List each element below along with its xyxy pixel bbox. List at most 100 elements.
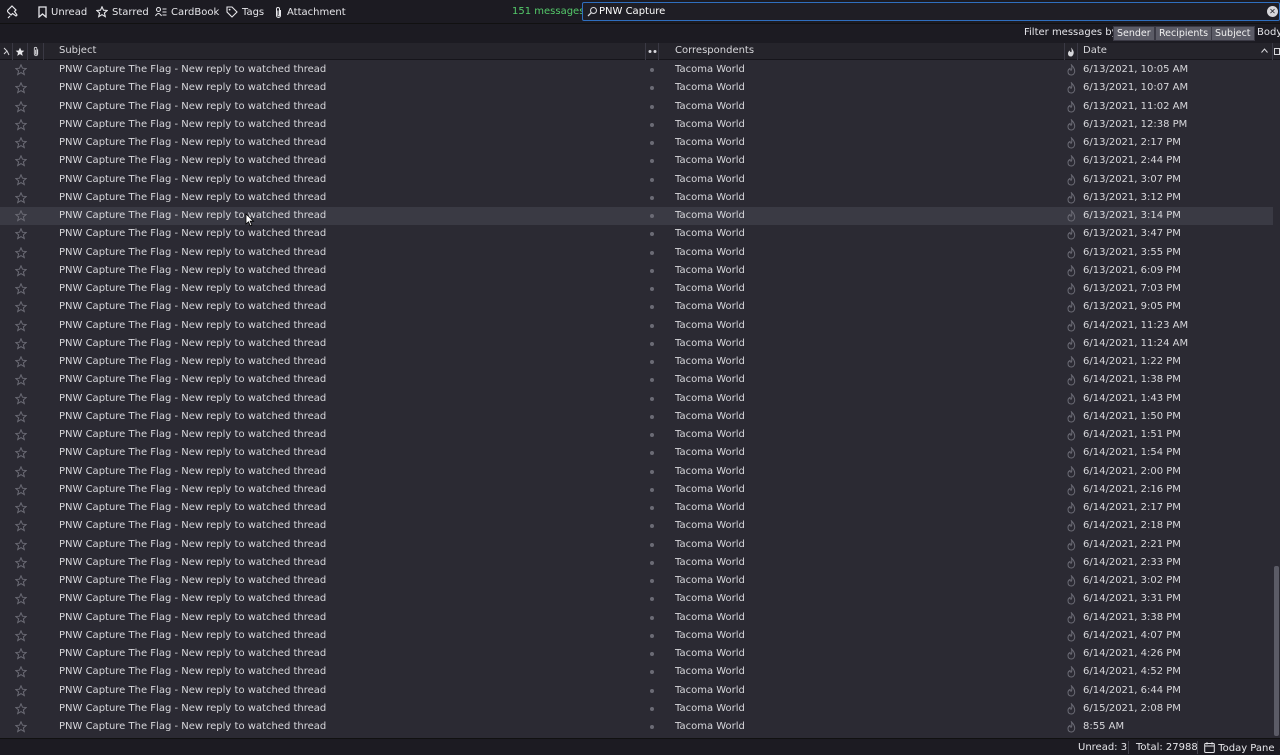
filter-body-button[interactable]: Body ⌄ (1257, 27, 1280, 38)
attachment-column-header[interactable] (28, 43, 44, 60)
star-toggle-icon[interactable] (14, 592, 28, 605)
read-status-dot[interactable] (650, 706, 654, 711)
message-row[interactable]: PNW Capture The Flag - New reply to watc… (0, 317, 1273, 335)
message-row[interactable]: PNW Capture The Flag - New reply to watc… (0, 353, 1273, 371)
read-status-dot[interactable] (650, 524, 654, 529)
message-row[interactable]: PNW Capture The Flag - New reply to watc… (0, 335, 1273, 353)
message-row[interactable]: PNW Capture The Flag - New reply to watc… (0, 663, 1273, 681)
message-row[interactable]: PNW Capture The Flag - New reply to watc… (0, 171, 1273, 189)
star-toggle-icon[interactable] (14, 264, 28, 277)
message-row[interactable]: PNW Capture The Flag - New reply to watc… (0, 627, 1273, 645)
junk-status-icon[interactable] (1066, 483, 1077, 496)
message-row[interactable]: PNW Capture The Flag - New reply to watc… (0, 590, 1273, 608)
message-row[interactable]: PNW Capture The Flag - New reply to watc… (0, 700, 1273, 718)
quick-filter-search[interactable]: ✕ (582, 2, 1280, 21)
read-status-dot[interactable] (650, 268, 654, 273)
junk-status-icon[interactable] (1066, 501, 1077, 514)
filter-recipients-button[interactable]: Recipients (1155, 26, 1213, 41)
read-status-dot[interactable] (650, 305, 654, 310)
read-status-dot[interactable] (650, 232, 654, 237)
star-toggle-icon[interactable] (14, 154, 28, 167)
star-toggle-icon[interactable] (14, 136, 28, 149)
message-row[interactable]: PNW Capture The Flag - New reply to watc… (0, 572, 1273, 590)
star-toggle-icon[interactable] (14, 337, 28, 350)
message-row[interactable]: PNW Capture The Flag - New reply to watc… (0, 426, 1273, 444)
read-status-dot[interactable] (650, 487, 654, 492)
star-toggle-icon[interactable] (14, 647, 28, 660)
read-status-dot[interactable] (650, 86, 654, 91)
junk-status-icon[interactable] (1066, 245, 1077, 259)
junk-status-icon[interactable] (1066, 227, 1077, 240)
read-status-dot[interactable] (650, 579, 654, 583)
read-status-dot[interactable] (650, 597, 654, 602)
message-row[interactable]: PNW Capture The Flag - New reply to watc… (0, 116, 1273, 134)
read-status-dot[interactable] (650, 670, 654, 675)
junk-status-icon[interactable] (1066, 81, 1077, 94)
star-toggle-icon[interactable] (14, 446, 28, 459)
junk-status-icon[interactable] (1066, 154, 1077, 167)
star-toggle-icon[interactable] (14, 191, 28, 204)
read-status-dot[interactable] (650, 652, 654, 656)
junk-status-icon[interactable] (1066, 537, 1077, 551)
message-row[interactable]: PNW Capture The Flag - New reply to watc… (0, 189, 1273, 207)
junk-status-icon[interactable] (1066, 318, 1077, 332)
message-row[interactable]: PNW Capture The Flag - New reply to watc… (0, 609, 1273, 627)
star-toggle-icon[interactable] (14, 665, 28, 678)
starred-filter-button[interactable]: Starred (96, 4, 149, 20)
pin-icon[interactable] (6, 5, 21, 19)
star-toggle-icon[interactable] (14, 63, 28, 76)
subject-column-header[interactable]: Subject (54, 43, 646, 60)
star-toggle-icon[interactable] (14, 574, 28, 587)
junk-status-icon[interactable] (1066, 610, 1077, 624)
star-toggle-icon[interactable] (14, 118, 28, 131)
read-status-dot[interactable] (650, 725, 654, 729)
star-toggle-icon[interactable] (14, 629, 28, 642)
attachment-filter-button[interactable]: Attachment (274, 4, 346, 20)
message-row[interactable]: PNW Capture The Flag - New reply to watc… (0, 408, 1273, 426)
junk-status-icon[interactable] (1066, 410, 1077, 423)
message-list-scrollbar[interactable] (1273, 60, 1280, 738)
junk-status-icon[interactable] (1066, 446, 1077, 459)
message-row[interactable]: PNW Capture The Flag - New reply to watc… (0, 225, 1273, 243)
star-toggle-icon[interactable] (14, 282, 28, 295)
read-status-dot[interactable] (650, 341, 654, 346)
star-toggle-icon[interactable] (14, 246, 28, 259)
read-status-dot[interactable] (650, 414, 654, 419)
read-status-dot[interactable] (650, 104, 654, 109)
read-status-dot[interactable] (650, 378, 654, 383)
thread-column-header[interactable] (0, 43, 13, 60)
unread-filter-button[interactable]: Unread (38, 4, 87, 20)
junk-status-icon[interactable] (1066, 647, 1077, 660)
scrollbar-thumb[interactable] (1274, 566, 1279, 736)
message-row[interactable]: PNW Capture The Flag - New reply to watc… (0, 79, 1273, 97)
junk-status-icon[interactable] (1066, 337, 1077, 350)
junk-status-icon[interactable] (1066, 264, 1077, 277)
read-status-dot[interactable] (650, 633, 654, 638)
star-toggle-icon[interactable] (14, 519, 28, 532)
junk-status-icon[interactable] (1066, 720, 1077, 733)
read-status-dot[interactable] (650, 688, 654, 693)
star-toggle-icon[interactable] (14, 684, 28, 697)
read-status-dot[interactable] (650, 542, 654, 547)
junk-status-icon[interactable] (1066, 629, 1077, 642)
junk-status-icon[interactable] (1066, 191, 1077, 204)
junk-status-icon[interactable] (1066, 118, 1077, 131)
read-status-dot[interactable] (650, 560, 654, 565)
read-status-dot[interactable] (650, 323, 654, 328)
star-toggle-icon[interactable] (14, 300, 28, 313)
read-status-dot[interactable] (650, 141, 654, 145)
message-row[interactable]: PNW Capture The Flag - New reply to watc… (0, 517, 1273, 535)
star-toggle-icon[interactable] (14, 465, 28, 478)
star-toggle-icon[interactable] (14, 209, 28, 222)
junk-status-icon[interactable] (1066, 172, 1077, 186)
star-toggle-icon[interactable] (14, 702, 28, 715)
date-column-header[interactable]: Date (1078, 43, 1273, 60)
message-row[interactable]: PNW Capture The Flag - New reply to watc… (0, 134, 1273, 152)
read-column-header[interactable] (646, 43, 659, 60)
star-toggle-icon[interactable] (14, 392, 28, 405)
message-row[interactable]: PNW Capture The Flag - New reply to watc… (0, 61, 1273, 79)
message-row[interactable]: PNW Capture The Flag - New reply to watc… (0, 152, 1273, 170)
correspondents-column-header[interactable]: Correspondents (670, 43, 1065, 60)
read-status-dot[interactable] (650, 615, 654, 620)
junk-status-icon[interactable] (1066, 683, 1077, 697)
